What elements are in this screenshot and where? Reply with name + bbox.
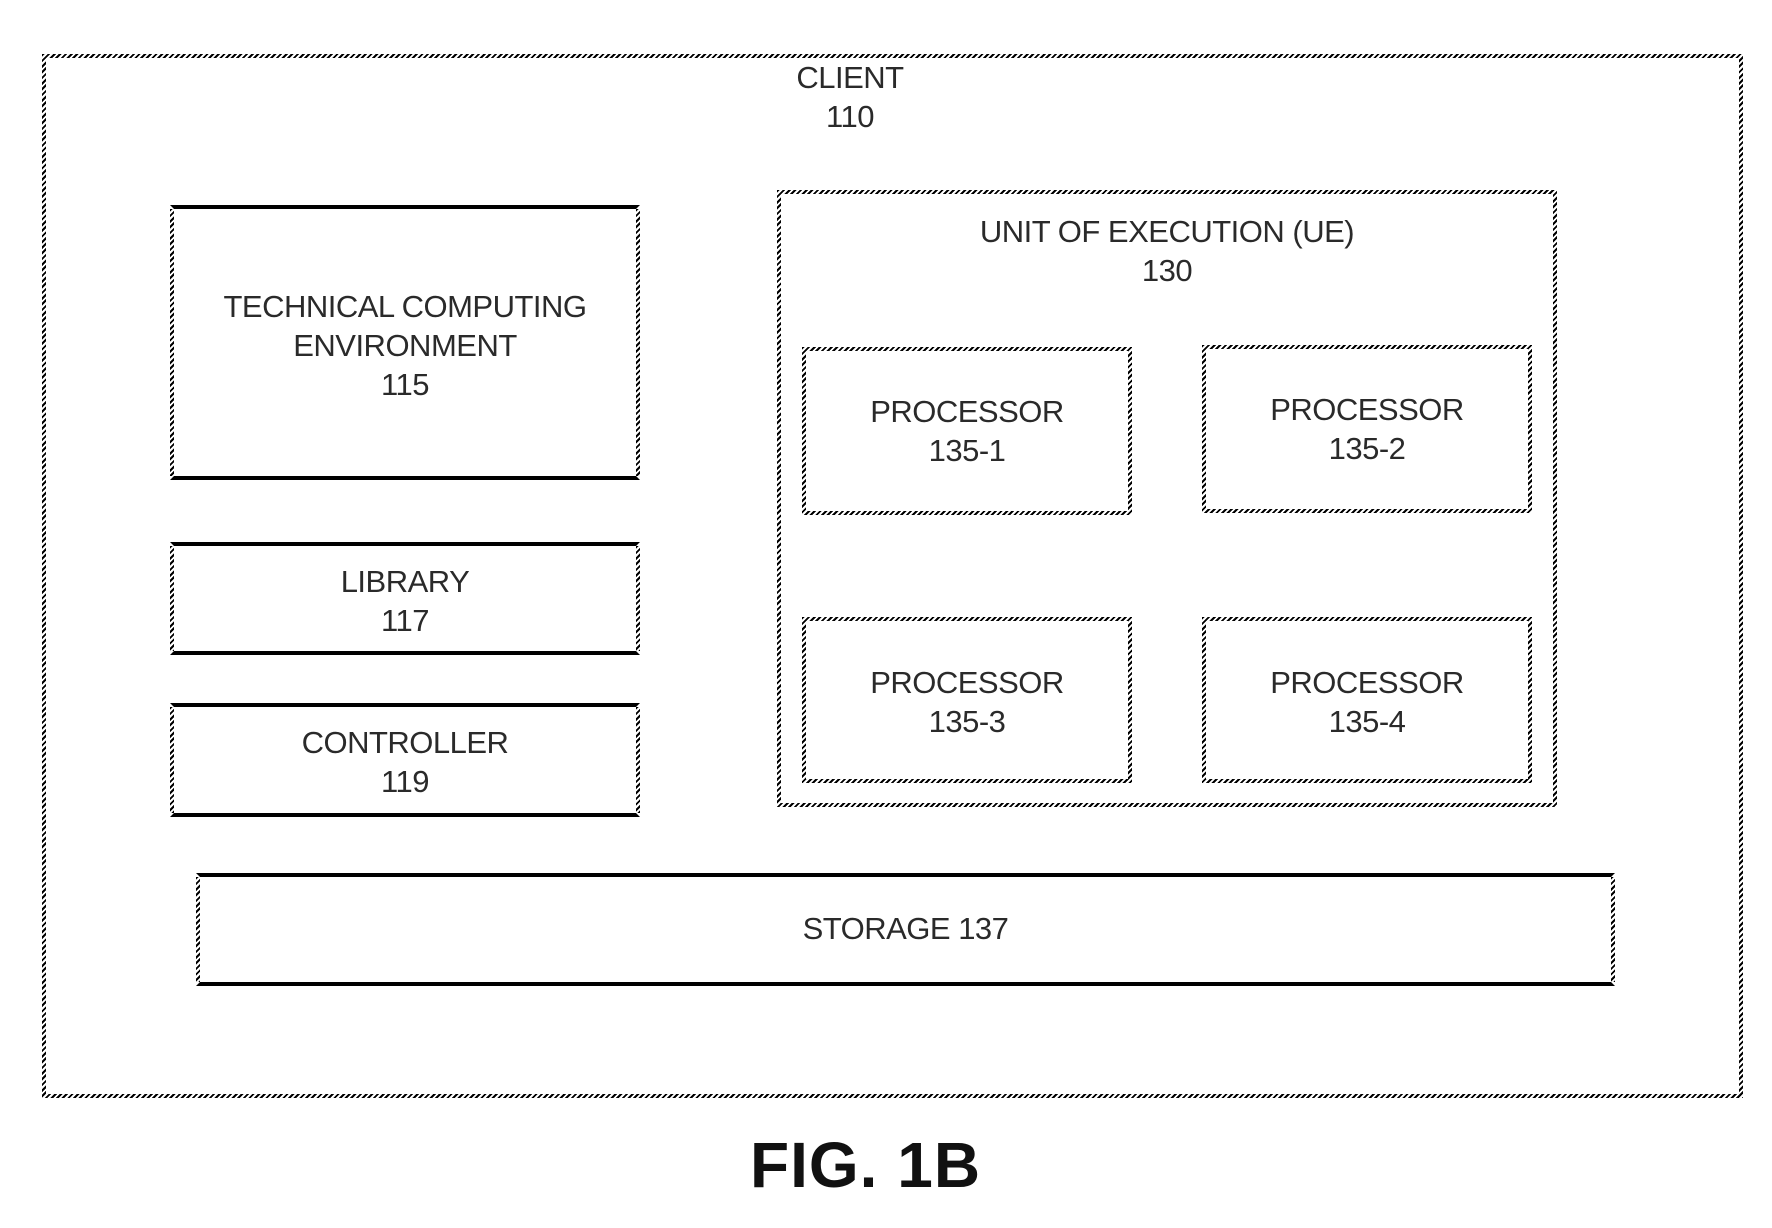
processor-ref: 135-2: [1328, 431, 1406, 466]
controller-box: CONTROLLER 119: [170, 703, 640, 817]
library-box: LIBRARY 117: [170, 542, 640, 655]
processor-box: PROCESSOR 135-2: [1202, 345, 1532, 513]
processor-ref: 135-4: [1328, 704, 1406, 739]
library-name: LIBRARY: [340, 564, 470, 599]
client-title: CLIENT 110: [0, 58, 1700, 136]
technical-computing-environment-box: TECHNICAL COMPUTING ENVIRONMENT 115: [170, 205, 640, 480]
tce-line2: ENVIRONMENT: [293, 328, 517, 363]
controller-name: CONTROLLER: [301, 725, 509, 760]
storage-label: STORAGE 137: [802, 911, 1009, 946]
controller-ref: 119: [381, 764, 429, 799]
processor-name: PROCESSOR: [870, 394, 1064, 429]
tce-ref: 115: [381, 367, 429, 402]
processor-box: PROCESSOR 135-1: [802, 347, 1132, 515]
tce-line1: TECHNICAL COMPUTING: [223, 289, 587, 324]
processor-box: PROCESSOR 135-4: [1202, 617, 1532, 783]
client-ref: 110: [826, 99, 874, 134]
processor-name: PROCESSOR: [1270, 392, 1464, 427]
library-ref: 117: [381, 603, 429, 638]
client-name: CLIENT: [796, 60, 904, 95]
storage-box: STORAGE 137: [196, 873, 1615, 986]
processor-ref: 135-1: [928, 433, 1006, 468]
processor-ref: 135-3: [928, 704, 1006, 739]
ue-ref: 130: [1141, 253, 1193, 288]
figure-caption: FIG. 1B: [750, 1129, 982, 1201]
ue-name: UNIT OF EXECUTION (UE): [979, 214, 1355, 249]
processor-box: PROCESSOR 135-3: [802, 617, 1132, 783]
processor-name: PROCESSOR: [870, 665, 1064, 700]
processor-name: PROCESSOR: [1270, 665, 1464, 700]
